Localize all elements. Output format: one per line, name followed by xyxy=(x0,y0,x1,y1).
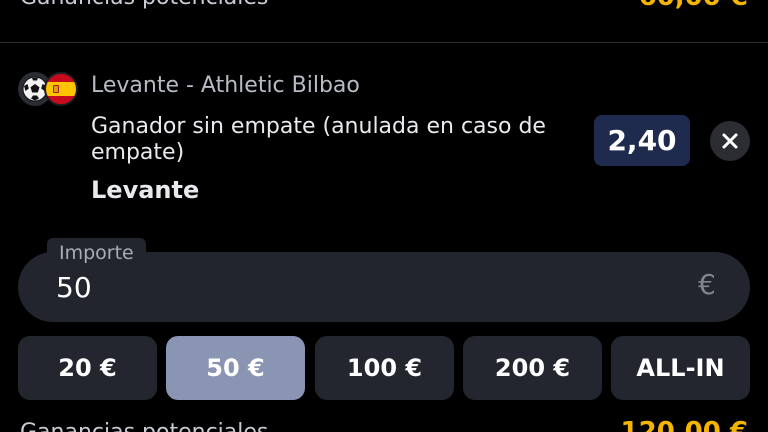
stake-currency: € xyxy=(698,268,716,301)
potential-winnings-amount: 120,00 € xyxy=(620,417,748,432)
stake-input[interactable] xyxy=(56,268,616,306)
event-name: Levante - Athletic Bilbao xyxy=(91,73,360,98)
section-divider xyxy=(0,42,768,43)
quick-stake-50-button[interactable]: 50 € xyxy=(166,336,305,400)
event-icons xyxy=(18,72,78,106)
previous-potential-winnings-label: Ganancias potenciales xyxy=(20,0,268,10)
selection-name: Levante xyxy=(91,176,200,204)
previous-potential-winnings-row: Ganancias potenciales 60,00 € xyxy=(20,0,748,12)
stake-label: Importe xyxy=(47,238,146,268)
previous-potential-winnings-amount: 60,00 € xyxy=(639,0,748,12)
odds-badge: 2,40 xyxy=(594,115,690,166)
quick-stake-100-button[interactable]: 100 € xyxy=(315,336,454,400)
remove-selection-button[interactable] xyxy=(710,121,750,161)
spain-flag-icon xyxy=(44,72,78,106)
potential-winnings-label: Ganancias potenciales xyxy=(20,419,269,432)
quick-stake-all-in-button[interactable]: ALL-IN xyxy=(611,336,750,400)
quick-stake-buttons: 20 € 50 € 100 € 200 € ALL-IN xyxy=(18,336,750,400)
potential-winnings-row: Ganancias potenciales 120,00 € xyxy=(20,414,748,432)
market-name: Ganador sin empate (anulada en caso de e… xyxy=(91,114,546,165)
quick-stake-20-button[interactable]: 20 € xyxy=(18,336,157,400)
bet-slip-screen: Ganancias potenciales 60,00 € Le xyxy=(0,0,768,432)
quick-stake-200-button[interactable]: 200 € xyxy=(463,336,602,400)
close-icon xyxy=(722,133,738,149)
